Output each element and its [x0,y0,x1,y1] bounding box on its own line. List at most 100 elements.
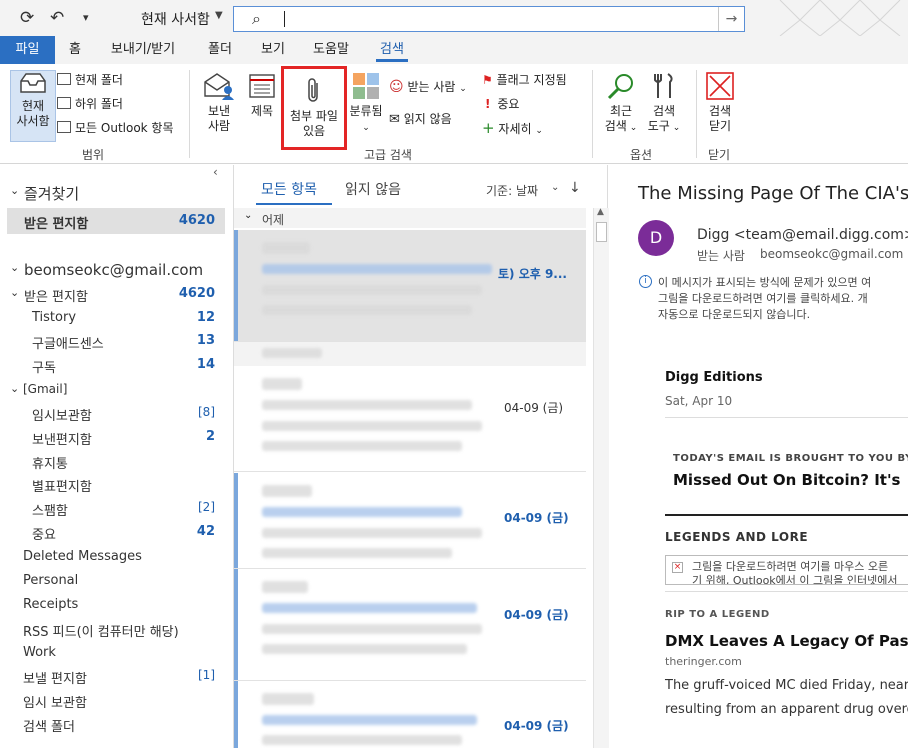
group-label: 어제 [262,213,285,227]
message-list-scrollbar[interactable]: ▲ [593,207,609,748]
to-value[interactable]: beomseokc@gmail.com [760,247,903,261]
row-date: 04-09 (금) [504,511,569,525]
tab-all-items[interactable]: 모든 항목 [261,179,317,199]
folder-gmail[interactable]: [Gmail] [23,382,67,396]
all-outlook-items-button[interactable]: 모든 Outlook 항목 [57,118,174,138]
folder-deleted-messages[interactable]: Deleted Messages [23,549,142,564]
to-button[interactable]: ☺ 받는 사람 ⌄ [389,77,467,97]
table-row[interactable]: 04-09 (금) [234,473,586,569]
flag-icon: ⚑ [482,73,493,87]
sync-icon[interactable]: ⟳ [20,8,34,28]
refine-group-label: 고급 검색 [364,148,412,162]
sponsor-headline[interactable]: Missed Out On Bitcoin? It's [673,471,901,489]
table-row[interactable]: 04-09 (금) [234,366,586,472]
folder-outbox[interactable]: 보낼 편지함 [23,668,87,687]
tab-home[interactable]: 홈 [64,36,86,64]
group-header[interactable]: ⌄ 어제 [234,208,586,228]
important-label: 중요 [497,97,520,111]
folder-rss[interactable]: RSS 피드(이 컴퓨터만 해당) [23,621,179,640]
search-arrow-button[interactable]: → [718,7,744,31]
tab-send-receive[interactable]: 보내기/받기 [103,36,183,64]
favorite-inbox-count: 4620 [178,213,215,228]
scroll-up-icon[interactable]: ▲ [597,207,604,217]
story-headline[interactable]: DMX Leaves A Legacy Of Passion [665,632,908,650]
from-button[interactable]: 보낸 사람 [198,72,240,134]
subfolders-button[interactable]: 하위 폴더 [57,94,123,114]
folder-subscriptions-count: 14 [196,357,215,372]
close-search-button[interactable]: 검색 닫기 [702,72,738,134]
blurred-sender [262,485,312,497]
folder-personal[interactable]: Personal [23,573,78,588]
folder-tistory[interactable]: Tistory [32,310,76,325]
sender[interactable]: Digg <team@email.digg.com> [697,227,908,243]
more-label: 자세히 [498,122,532,136]
paperclip-icon [308,78,318,102]
folder-sent[interactable]: 보낸편지함 [32,429,92,448]
group-header[interactable] [234,342,586,366]
from-line2: 사람 [207,119,231,133]
table-row[interactable]: 04-09 (금) [234,569,586,681]
blocked-image-placeholder[interactable]: × 그림을 다운로드하려면 여기를 마우스 오른 기 위해, Outlook에서… [665,555,908,585]
unread-button[interactable]: ✉ 읽지 않음 [389,109,452,129]
folder-temp-storage[interactable]: 임시 보관함 [23,692,87,711]
blurred-group-label [262,348,322,358]
tab-view[interactable]: 보기 [257,36,289,64]
row-date: 04-09 (금) [504,401,564,415]
chevron-down-icon[interactable]: ⌄ [10,286,19,299]
folder-drafts[interactable]: 임시보관함 [32,405,92,424]
current-mailbox-button[interactable]: 현재 사서함 [10,70,56,142]
folder-inbox[interactable]: 받은 편지함 [24,286,88,305]
person-icon: ☺ [389,79,404,95]
has-attachments-button[interactable]: 첨부 파일 있음 [281,66,347,150]
chevron-down-icon[interactable]: ▼ [215,10,223,21]
quick-access-dropdown-icon[interactable]: ▾ [83,8,89,28]
tab-help[interactable]: 도움말 [307,36,355,64]
favorites-header[interactable]: 즐겨찾기 [24,183,79,204]
collapse-pane-icon[interactable]: ‹ [213,165,218,179]
chevron-down-icon[interactable]: ⌄ [10,261,19,274]
search-input[interactable]: ⌕ → [233,6,745,32]
categorized-button[interactable]: 분류됨 ⌄ [348,72,384,136]
tab-unread[interactable]: 읽지 않음 [345,179,401,199]
important-button[interactable]: ! 중요 [482,94,519,114]
chevron-down-icon[interactable]: ⌄ [10,382,19,395]
blurred-preview [262,644,467,654]
folder-trash[interactable]: 휴지통 [32,453,68,472]
search-tools-button[interactable]: 검색 도구 ⌄ [643,72,685,136]
folder-subscriptions[interactable]: 구독 [32,357,56,376]
sort-by-date[interactable]: 기준: 날짜 [486,182,538,199]
account-header[interactable]: beomseokc@gmail.com [24,261,203,279]
tab-search[interactable]: 검색 [372,36,412,64]
story-source[interactable]: theringer.com [665,655,742,668]
subfolder-icon [57,97,71,109]
chevron-down-icon[interactable]: ⌄ [551,182,559,193]
tab-folder[interactable]: 폴더 [200,36,240,64]
folder-adsense[interactable]: 구글애드센스 [32,333,104,352]
info-line: 자동으로 다운로드되지 않습니다. [658,308,811,321]
tab-file[interactable]: 파일 [0,36,55,64]
table-row[interactable]: 토) 오후 9... [234,230,586,342]
recent-searches-button[interactable]: 최근 검색 ⌄ [600,72,642,136]
folder-spam[interactable]: 스팸함 [32,500,68,519]
chevron-down-icon[interactable]: ⌄ [10,184,19,197]
sort-direction-icon[interactable]: ↓ [569,180,581,196]
more-button[interactable]: + 자세히 ⌄ [482,118,543,138]
subject-button[interactable]: 제목 [245,72,279,119]
folder-important[interactable]: 중요 [32,524,56,543]
table-row[interactable]: 04-09 (금) [234,681,586,748]
info-line[interactable]: 그림을 다운로드하려면 여기를 클릭하세요. 개 [658,290,868,306]
undo-icon[interactable]: ↶ [50,8,64,28]
search-scope-label[interactable]: 현재 사서함 [141,9,210,29]
folder-receipts[interactable]: Receipts [23,597,78,612]
folder-starred[interactable]: 별표편지함 [32,476,92,495]
close-group-label: 닫기 [708,148,731,162]
flagged-button[interactable]: ⚑ 플래그 지정됨 [482,70,567,90]
folder-work[interactable]: Work [23,645,56,660]
info-line[interactable]: 이 메시지가 표시되는 방식에 문제가 있으면 여 [658,274,871,290]
envelope-person-icon [204,73,234,100]
avatar[interactable]: D [638,220,674,256]
scrollbar-thumb[interactable] [596,222,607,242]
current-folder-button[interactable]: 현재 폴더 [57,70,123,90]
blurred-preview [262,441,462,451]
folder-search-folders[interactable]: 검색 폴더 [23,716,75,735]
